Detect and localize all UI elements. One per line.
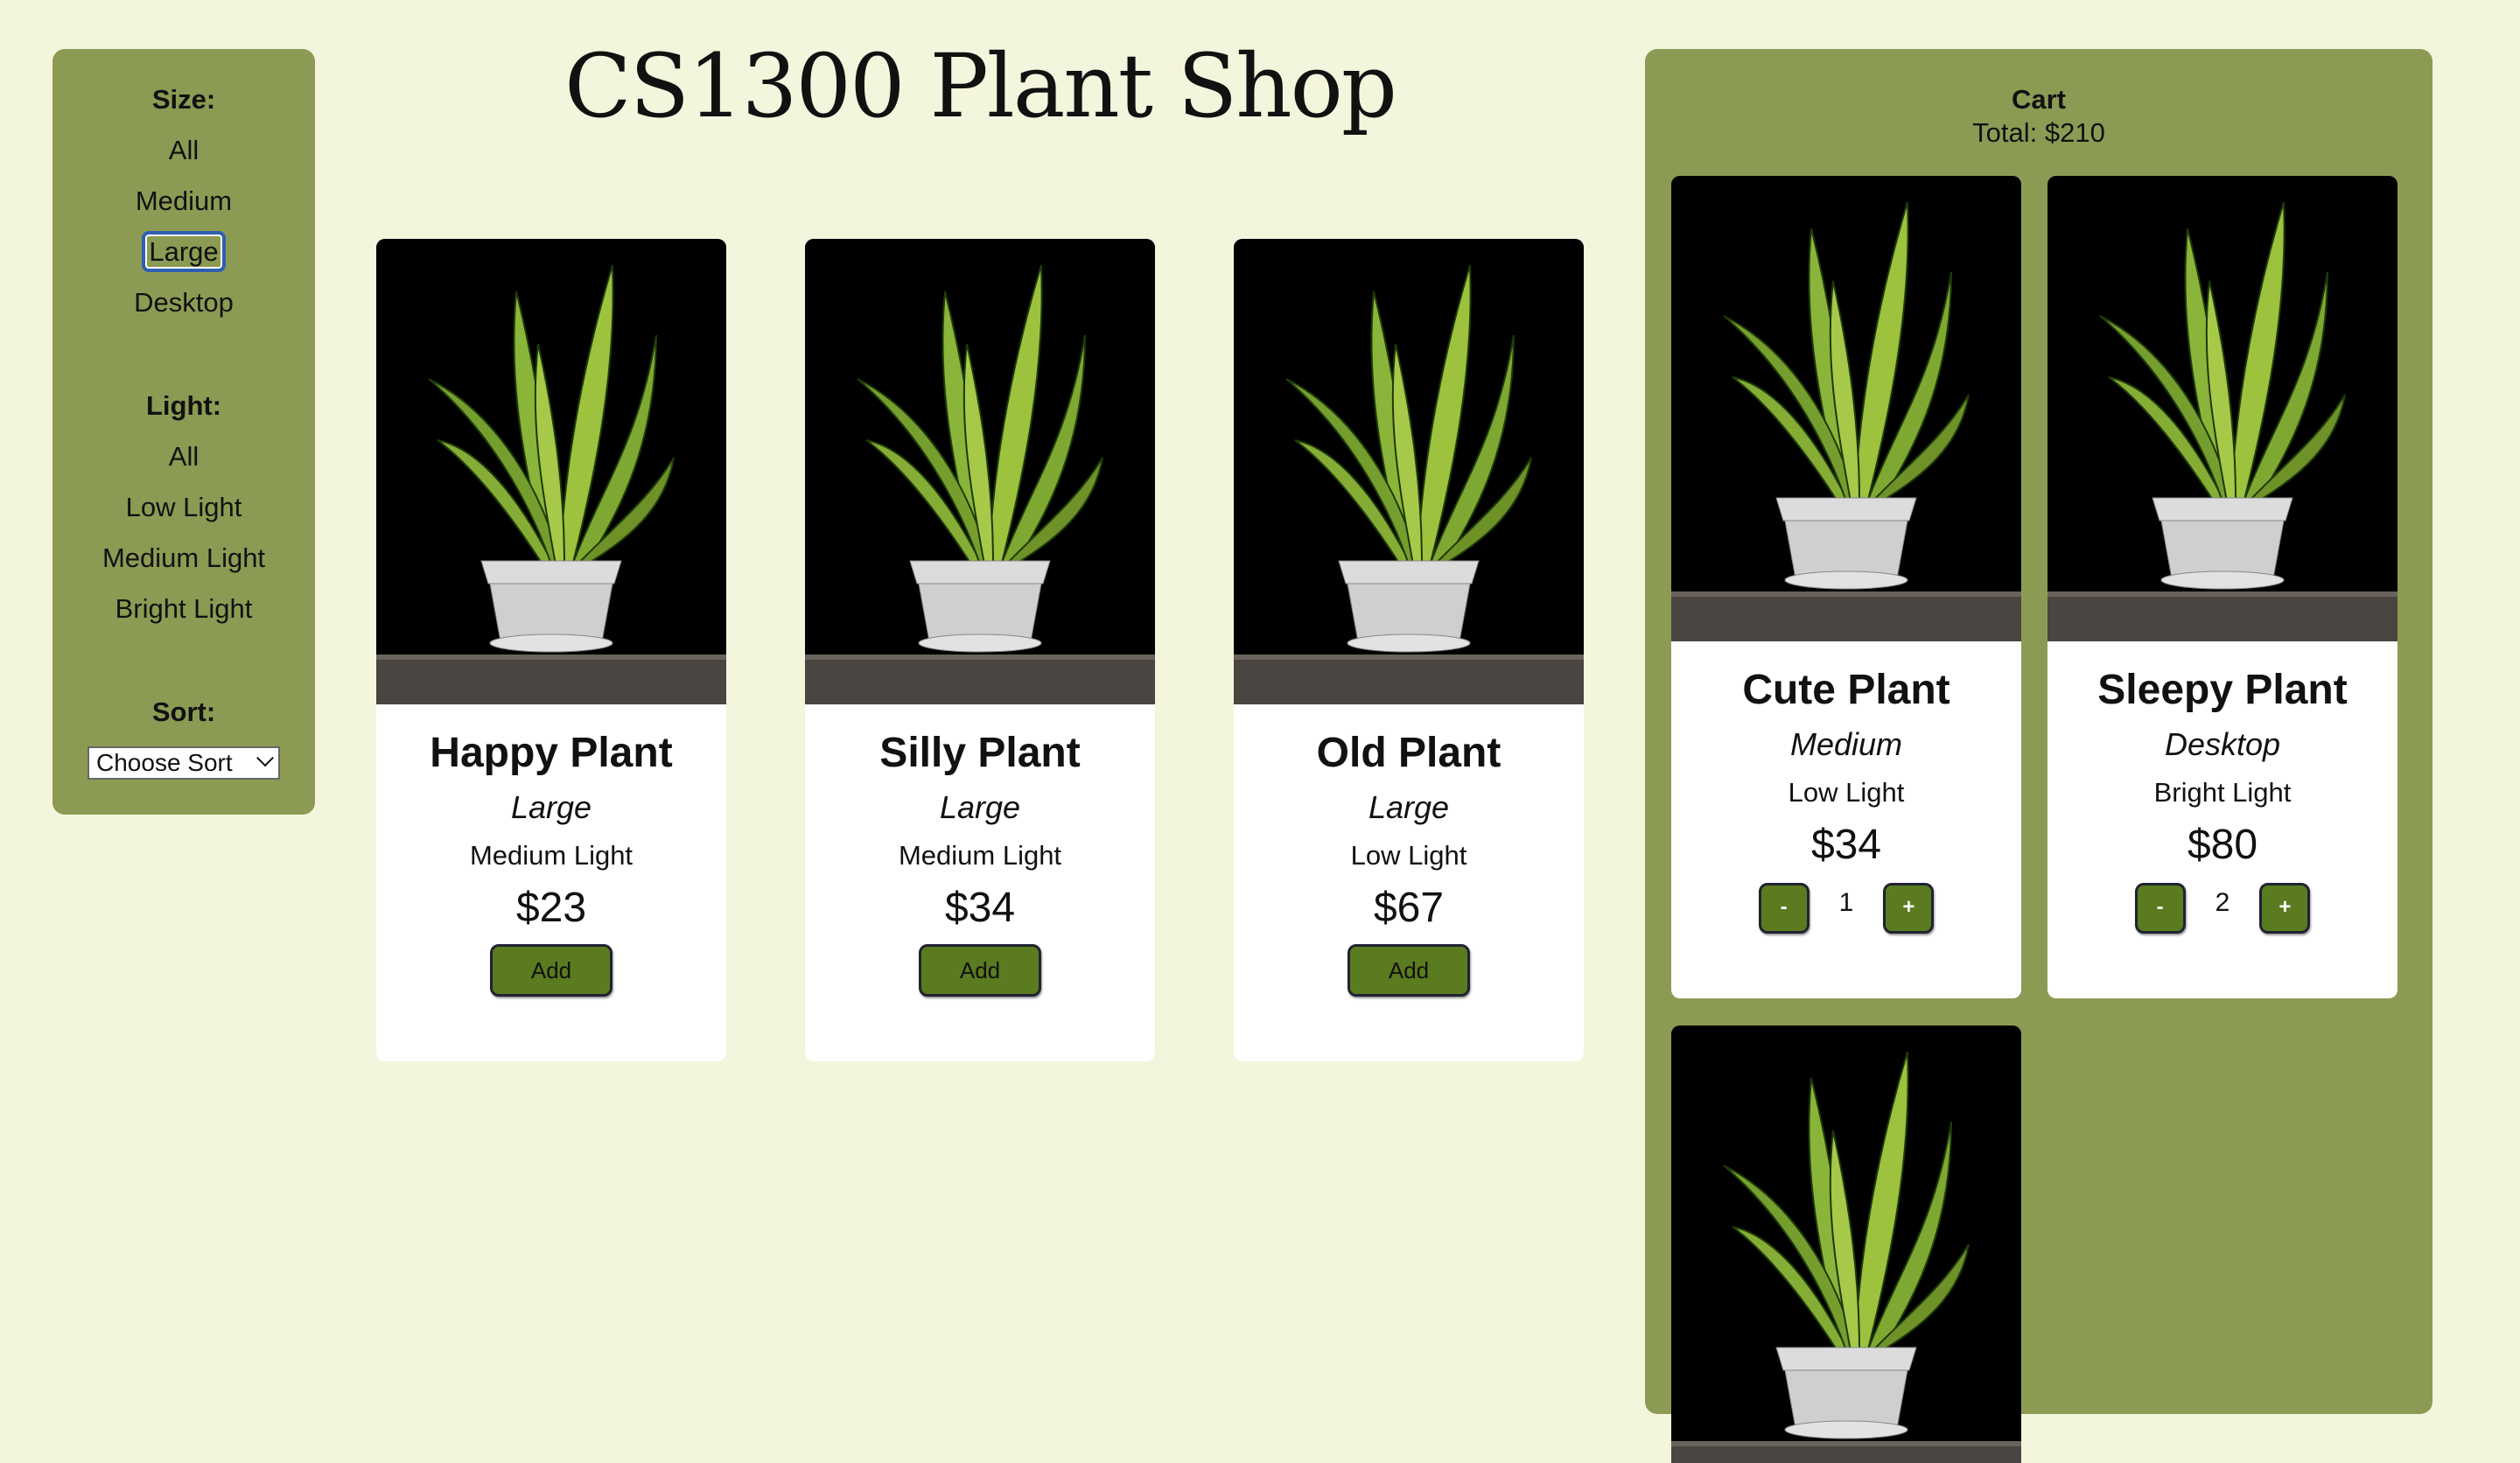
product-card: Old Plant Large Low Light $67 Add <box>1234 239 1584 1061</box>
cart-item-price: $34 <box>1810 822 1882 868</box>
add-button[interactable]: Add <box>1348 944 1470 997</box>
product-light: Low Light <box>1350 840 1467 871</box>
size-option-medium[interactable]: Medium <box>52 186 315 217</box>
light-heading: Light: <box>145 390 222 421</box>
quantity-stepper: - 2 + <box>2048 883 2398 934</box>
cart-item-light: Bright Light <box>2153 777 2292 808</box>
cart-item-price: $80 <box>2187 822 2258 868</box>
sort-heading: Sort: <box>151 696 216 727</box>
product-price: $34 <box>944 885 1016 931</box>
product-name: Old Plant <box>1316 730 1502 776</box>
product-card: Silly Plant Large Medium Light $34 Add <box>805 239 1155 1061</box>
light-option-medium[interactable]: Medium Light <box>52 542 315 574</box>
cart-item-size: Medium <box>1789 726 1903 762</box>
size-option-label: Large <box>142 231 226 272</box>
page-title: CS1300 Plant Shop <box>564 35 1397 137</box>
cart-item-card: Sleepy Plant Desktop Bright Light $80 - … <box>2048 176 2398 998</box>
size-heading: Size: <box>151 84 216 115</box>
size-option-label: Medium <box>135 186 233 216</box>
light-option-low[interactable]: Low Light <box>52 492 315 523</box>
product-size: Large <box>939 789 1021 825</box>
product-name: Happy Plant <box>430 730 673 776</box>
quantity-value: 1 <box>1838 888 1854 917</box>
plant-image <box>805 239 1155 704</box>
sort-select[interactable]: Choose Sort <box>88 746 280 780</box>
product-price: $23 <box>515 885 587 931</box>
size-option-desktop[interactable]: Desktop <box>52 287 315 318</box>
sort-select-value: Choose Sort <box>96 749 233 776</box>
plant-image <box>1671 176 2021 641</box>
size-option-all[interactable]: All <box>52 135 315 166</box>
plant-image <box>1234 239 1584 704</box>
filter-sidebar: Size: All Medium Large Desktop Light: Al… <box>52 49 315 815</box>
product-light: Medium Light <box>898 840 1062 871</box>
light-option-label: Bright Light <box>115 593 253 624</box>
cart-item-size: Desktop <box>2164 726 2281 762</box>
product-light: Medium Light <box>469 840 634 871</box>
cart-item-light: Low Light <box>1788 777 1905 808</box>
cart-item-card: Cute Plant Medium Low Light $34 - 1 + <box>1671 176 2021 998</box>
cart-item-name: Cute Plant <box>1742 667 1950 713</box>
add-button[interactable]: Add <box>919 944 1041 997</box>
cart-item-card <box>1671 1026 2021 1463</box>
light-option-label: All <box>168 441 200 472</box>
light-option-label: Medium Light <box>102 542 266 573</box>
quantity-stepper: - 1 + <box>1671 883 2021 934</box>
cart-title: Cart <box>2011 84 2066 115</box>
add-button[interactable]: Add <box>490 944 612 997</box>
quantity-value: 2 <box>2215 888 2230 917</box>
product-name: Silly Plant <box>879 730 1081 776</box>
decrease-button[interactable]: - <box>1758 883 1810 934</box>
cart-total: Total: $210 <box>1972 117 2105 148</box>
light-option-label: Low Light <box>125 492 242 522</box>
plant-image <box>2048 176 2398 641</box>
light-option-bright[interactable]: Bright Light <box>52 593 315 625</box>
cart-item-name: Sleepy Plant <box>2097 667 2348 713</box>
product-size: Large <box>510 789 592 825</box>
product-price: $67 <box>1373 885 1445 931</box>
size-option-label: Desktop <box>134 287 234 318</box>
product-card: Happy Plant Large Medium Light $23 Add <box>376 239 726 1061</box>
plant-image <box>376 239 726 704</box>
size-option-large[interactable]: Large <box>52 231 315 272</box>
light-option-all[interactable]: All <box>52 441 315 472</box>
increase-button[interactable]: + <box>2259 883 2311 934</box>
size-option-label: All <box>168 135 200 165</box>
increase-button[interactable]: + <box>1883 883 1935 934</box>
product-size: Large <box>1368 789 1450 825</box>
cart-panel: Cart Total: $210 Cute Plant Medium Low L… <box>1645 49 2432 1463</box>
decrease-button[interactable]: - <box>2134 883 2186 934</box>
chevron-down-icon <box>256 749 274 767</box>
plant-image <box>1671 1026 2021 1463</box>
